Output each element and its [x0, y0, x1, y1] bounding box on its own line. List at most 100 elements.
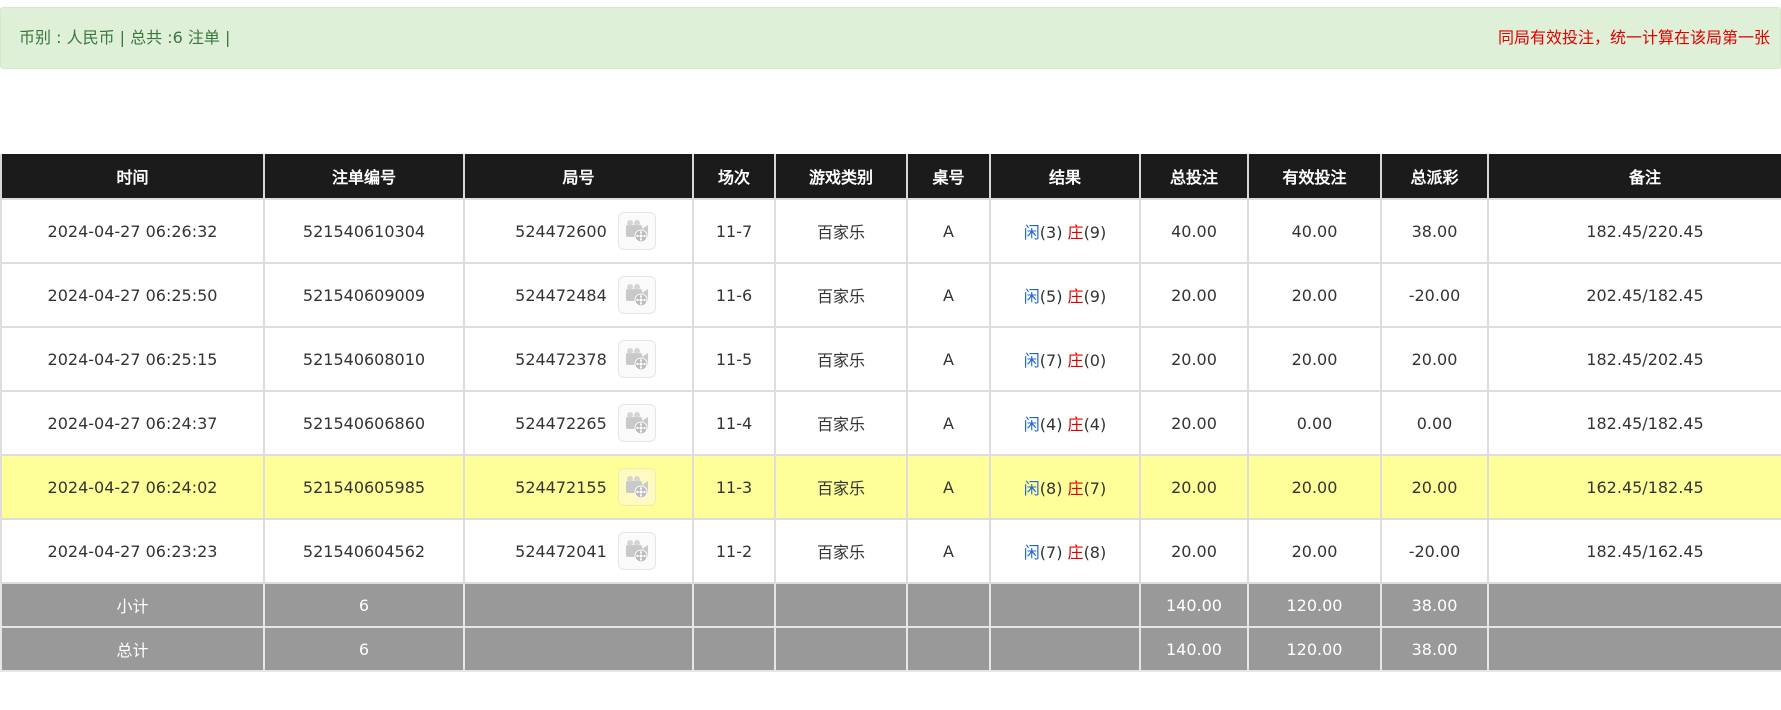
cell-total-bet[interactable]: 20.00	[1139, 390, 1249, 456]
cell-bet-id: 521540610304	[263, 198, 465, 264]
player-score: (7)	[1039, 543, 1063, 562]
banker-score: (4)	[1083, 415, 1107, 434]
cell-table: A	[906, 454, 991, 520]
cell-bet-id: 521540606860	[263, 390, 465, 456]
banker-label: 庄	[1067, 223, 1084, 242]
player-score: (4)	[1039, 415, 1063, 434]
banker-label: 庄	[1067, 543, 1084, 562]
cell-time: 2024-04-27 06:23:23	[0, 518, 265, 584]
cell-game: 百家乐	[774, 518, 908, 584]
col-header-game: 游戏类别	[774, 154, 908, 199]
banker-score: (0)	[1083, 351, 1107, 370]
video-replay-icon[interactable]	[617, 340, 656, 378]
cell-note: 182.45/220.45	[1487, 198, 1781, 264]
cell-time: 2024-04-27 06:24:02	[0, 454, 265, 520]
cell-session: 11-4	[692, 390, 776, 456]
table-row: 2024-04-27 06:25:50 521540609009 5244724…	[0, 262, 1781, 328]
col-header-payout: 总派彩	[1380, 154, 1489, 199]
banker-score: (9)	[1083, 223, 1107, 242]
table-row: 2024-04-27 06:25:15 521540608010 5244723…	[0, 326, 1781, 392]
player-score: (7)	[1039, 351, 1063, 370]
cell-valid-bet: 40.00	[1247, 198, 1382, 264]
bet-records-table: 时间 注单编号 局号 场次 游戏类别 桌号 结果 总投注 有效投注 总派彩 备注…	[0, 154, 1781, 672]
subtotal-count: 6	[263, 582, 465, 628]
round-number: 524472378	[515, 349, 607, 369]
cell-result: 闲(5) 庄(9)	[989, 262, 1141, 328]
cell-table: A	[906, 390, 991, 456]
video-replay-icon[interactable]	[617, 276, 656, 314]
valid-bet-notice: 同局有效投注，统一计算在该局第一张	[1498, 28, 1771, 47]
grand-total-row: 总计 6 140.00 120.00 38.00	[0, 626, 1781, 672]
cell-total-bet[interactable]: 20.00	[1139, 518, 1249, 584]
cell-valid-bet: 20.00	[1247, 454, 1382, 520]
video-replay-icon[interactable]	[617, 468, 656, 506]
cell-note: 162.45/182.45	[1487, 454, 1781, 520]
grand-total-valid-bet: 120.00	[1247, 626, 1382, 672]
cell-bet-id: 521540609009	[263, 262, 465, 328]
table-header: 时间 注单编号 局号 场次 游戏类别 桌号 结果 总投注 有效投注 总派彩 备注	[0, 154, 1781, 199]
video-replay-icon[interactable]	[617, 212, 656, 250]
cell-payout: -20.00	[1380, 518, 1489, 584]
cell-payout: 20.00	[1380, 454, 1489, 520]
cell-total-bet[interactable]: 20.00	[1139, 326, 1249, 392]
grand-total-count: 6	[263, 626, 465, 672]
cell-total-bet[interactable]: 20.00	[1139, 262, 1249, 328]
cell-time: 2024-04-27 06:25:15	[0, 326, 265, 392]
round-number: 524472600	[515, 221, 607, 241]
cell-result: 闲(7) 庄(0)	[989, 326, 1141, 392]
cell-round: 524472484	[463, 262, 694, 328]
subtotal-valid-bet: 120.00	[1247, 582, 1382, 628]
cell-result: 闲(8) 庄(7)	[989, 454, 1141, 520]
subtotal-row: 小计 6 140.00 120.00 38.00	[0, 582, 1781, 628]
col-header-note: 备注	[1487, 154, 1781, 199]
grand-total-total-bet: 140.00	[1139, 626, 1249, 672]
subtotal-total-bet: 140.00	[1139, 582, 1249, 628]
summary-banner: 币别 : 人民币 | 总共 :6 注单 | 同局有效投注，统一计算在该局第一张	[0, 7, 1781, 69]
cell-game: 百家乐	[774, 198, 908, 264]
table-row: 2024-04-27 06:23:23 521540604562 5244720…	[0, 518, 1781, 584]
cell-table: A	[906, 198, 991, 264]
banker-label: 庄	[1067, 415, 1084, 434]
cell-result: 闲(3) 庄(9)	[989, 198, 1141, 264]
col-header-result: 结果	[989, 154, 1141, 199]
grand-total-label: 总计	[0, 626, 265, 672]
cell-total-bet[interactable]: 20.00	[1139, 454, 1249, 520]
cell-bet-id: 521540604562	[263, 518, 465, 584]
subtotal-payout: 38.00	[1380, 582, 1489, 628]
currency-summary: 币别 : 人民币 | 总共 :6 注单 |	[19, 28, 231, 47]
cell-table: A	[906, 262, 991, 328]
cell-time: 2024-04-27 06:24:37	[0, 390, 265, 456]
player-label: 闲	[1023, 543, 1040, 562]
cell-result: 闲(7) 庄(8)	[989, 518, 1141, 584]
banker-score: (8)	[1083, 543, 1107, 562]
banker-label: 庄	[1067, 479, 1084, 498]
player-label: 闲	[1023, 351, 1040, 370]
video-replay-icon[interactable]	[617, 404, 656, 442]
round-number: 524472041	[515, 541, 607, 561]
cell-payout: 20.00	[1380, 326, 1489, 392]
col-header-total-bet: 总投注	[1139, 154, 1249, 199]
table-row: 2024-04-27 06:24:37 521540606860 5244722…	[0, 390, 1781, 456]
cell-table: A	[906, 518, 991, 584]
cell-note: 182.45/162.45	[1487, 518, 1781, 584]
cell-session: 11-2	[692, 518, 776, 584]
subtotal-label: 小计	[0, 582, 265, 628]
player-score: (8)	[1039, 479, 1063, 498]
cell-game: 百家乐	[774, 454, 908, 520]
banker-label: 庄	[1067, 287, 1084, 306]
cell-round: 524472378	[463, 326, 694, 392]
col-header-session: 场次	[692, 154, 776, 199]
cell-valid-bet: 20.00	[1247, 262, 1382, 328]
cell-note: 202.45/182.45	[1487, 262, 1781, 328]
cell-table: A	[906, 326, 991, 392]
cell-session: 11-6	[692, 262, 776, 328]
video-replay-icon[interactable]	[617, 532, 656, 570]
player-score: (5)	[1039, 287, 1063, 306]
cell-payout: -20.00	[1380, 262, 1489, 328]
cell-game: 百家乐	[774, 262, 908, 328]
round-number: 524472484	[515, 285, 607, 305]
cell-total-bet[interactable]: 40.00	[1139, 198, 1249, 264]
player-label: 闲	[1023, 223, 1040, 242]
round-number: 524472265	[515, 413, 607, 433]
cell-session: 11-7	[692, 198, 776, 264]
